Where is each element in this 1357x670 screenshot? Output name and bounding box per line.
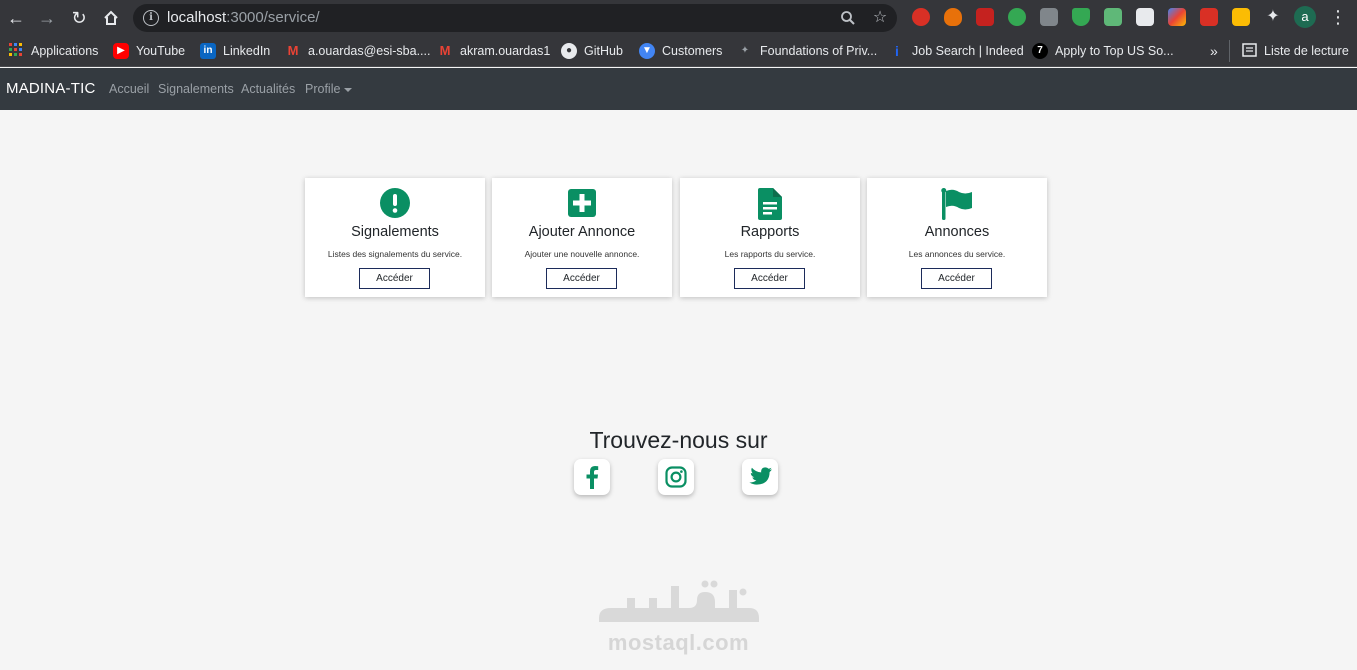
nav-signalements[interactable]: Signalements (158, 82, 234, 96)
color-extension-icon[interactable] (1168, 8, 1186, 26)
caret-down-icon (344, 87, 353, 92)
bookmark-gmail-1[interactable]: Ma.ouardas@esi-sba.... (285, 41, 431, 61)
card-title: Ajouter Annonce (528, 224, 636, 240)
coursera-icon: ✦ (740, 45, 750, 56)
document-icon (680, 188, 860, 220)
twitter-link[interactable] (742, 459, 778, 495)
ublock-extension-icon[interactable] (976, 8, 994, 26)
card-title: Rapports (740, 224, 800, 240)
card-description: Ajouter une nouvelle annonce. (524, 249, 640, 259)
bookmark-indeed[interactable]: i Job Search | Indeed (889, 41, 1024, 61)
mail-extension-icon[interactable] (1104, 8, 1122, 26)
bookmark-label: GitHub (584, 44, 623, 58)
bookmark-label: akram.ouardas1 (460, 44, 551, 58)
instagram-icon (665, 466, 687, 488)
gmail-icon: M (439, 43, 451, 58)
youtube-icon: ▶ (113, 43, 129, 59)
card-signalements: Signalements Listes des signalements du … (305, 178, 485, 297)
bookmark-foundations[interactable]: ✦ Foundations of Priv... (737, 41, 877, 61)
flag-icon (867, 188, 1047, 220)
reading-list-icon (1241, 43, 1257, 59)
bookmark-linkedin[interactable]: in LinkedIn (200, 41, 270, 61)
mostaql-watermark-logo (599, 580, 759, 622)
instagram-link[interactable] (658, 459, 694, 495)
browser-toolbar: ← → ↻ i localhost:3000/service/ ☆ ✦ a ⋮ (0, 0, 1357, 35)
nav-profile-label: Profile (305, 82, 341, 96)
acceder-button[interactable]: Accéder (734, 268, 805, 289)
forward-icon[interactable]: → (34, 5, 60, 31)
browser-menu-icon[interactable]: ⋮ (1328, 5, 1348, 29)
extensions-puzzle-icon[interactable]: ✦ (1264, 8, 1282, 26)
exclamation-circle-icon (305, 188, 485, 220)
bookmark-applications[interactable]: Applications (8, 41, 98, 61)
bookmark-label: Customers (662, 44, 723, 58)
mostaql-watermark-text: mostaql.com (607, 630, 750, 655)
bookmarks-bar: Applications ▶ YouTube in LinkedIn Ma.ouar… (0, 35, 1357, 67)
home-icon[interactable] (98, 5, 124, 31)
acceder-button[interactable]: Accéder (359, 268, 430, 289)
bookmark-customers[interactable]: ▼ Customers (639, 41, 722, 61)
card-description: Les rapports du service. (724, 249, 816, 259)
more-bookmarks-button[interactable]: » (1210, 41, 1218, 61)
acceder-button[interactable]: Accéder (546, 268, 617, 289)
shield-extension-icon[interactable] (1072, 8, 1090, 26)
card-ajouter-annonce: Ajouter Annonce Ajouter une nouvelle ann… (492, 178, 672, 297)
fire-extension-icon[interactable] (944, 8, 962, 26)
reading-list-label: Liste de lecture (1264, 44, 1349, 58)
bookmark-label: YouTube (136, 44, 186, 58)
green-extension-icon[interactable] (1008, 8, 1026, 26)
nav-profile-dropdown[interactable]: Profile (305, 82, 353, 96)
card-rapports: Rapports Les rapports du service. Accéde… (680, 178, 860, 297)
red-extension-icon[interactable] (1200, 8, 1218, 26)
block-extension-icon[interactable] (1136, 8, 1154, 26)
bookmark-label: LinkedIn (223, 44, 271, 58)
card-title: Annonces (924, 224, 990, 240)
facebook-icon (586, 466, 599, 489)
bookmark-youtube[interactable]: ▶ YouTube (113, 41, 185, 61)
adblock-extension-icon[interactable] (912, 8, 930, 26)
nav-actualites[interactable]: Actualités (241, 82, 295, 96)
bookmark-label: Apply to Top US So... (1055, 44, 1174, 58)
brand-logo[interactable]: MADINA-TIC (6, 80, 96, 97)
facebook-extension-icon[interactable] (1040, 8, 1058, 26)
plus-square-icon (492, 188, 672, 220)
reading-list-button[interactable]: Liste de lecture (1241, 41, 1349, 61)
app-navbar: MADINA-TIC Accueil Signalements Actualit… (0, 68, 1357, 110)
bookmark-label: Job Search | Indeed (912, 44, 1024, 58)
bookmark-label: Applications (31, 44, 99, 58)
card-description: Les annonces du service. (908, 249, 1006, 259)
customers-icon: ▼ (639, 43, 655, 59)
social-title: Trouvez-nous sur (589, 427, 768, 453)
turing-icon: 7 (1032, 43, 1048, 59)
github-icon: ● (561, 43, 577, 59)
url-text[interactable]: localhost:3000/service/ (167, 9, 320, 26)
bookmarks-divider (1229, 40, 1230, 62)
profile-avatar[interactable]: a (1294, 6, 1316, 28)
linkedin-icon: in (200, 43, 216, 59)
bookmark-label: Foundations of Priv... (760, 44, 878, 58)
zoom-icon[interactable] (837, 7, 859, 29)
address-bar[interactable]: i localhost:3000/service/ ☆ (133, 4, 897, 32)
site-info-icon[interactable]: i (143, 10, 159, 26)
nav-accueil[interactable]: Accueil (109, 82, 149, 96)
back-icon[interactable]: ← (3, 5, 29, 31)
reload-icon[interactable]: ↻ (66, 5, 92, 31)
bookmark-github[interactable]: ● GitHub (561, 41, 623, 61)
bookmark-label: a.ouardas@esi-sba.... (308, 44, 431, 58)
indeed-icon: i (895, 43, 899, 59)
bookmark-gmail-2[interactable]: Makram.ouardas1 (437, 41, 551, 61)
gmail-icon: M (287, 43, 299, 58)
twitter-icon (749, 467, 772, 485)
apps-grid-icon (8, 43, 24, 59)
bookmark-star-icon[interactable]: ☆ (869, 7, 891, 29)
card-title: Signalements (351, 224, 439, 240)
photo-extension-icon[interactable] (1232, 8, 1250, 26)
facebook-link[interactable] (574, 459, 610, 495)
acceder-button[interactable]: Accéder (921, 268, 992, 289)
card-description: Listes des signalements du service. (327, 249, 463, 259)
bookmark-turing[interactable]: 7 Apply to Top US So... (1032, 41, 1174, 61)
card-annonces: Annonces Les annonces du service. Accéde… (867, 178, 1047, 297)
